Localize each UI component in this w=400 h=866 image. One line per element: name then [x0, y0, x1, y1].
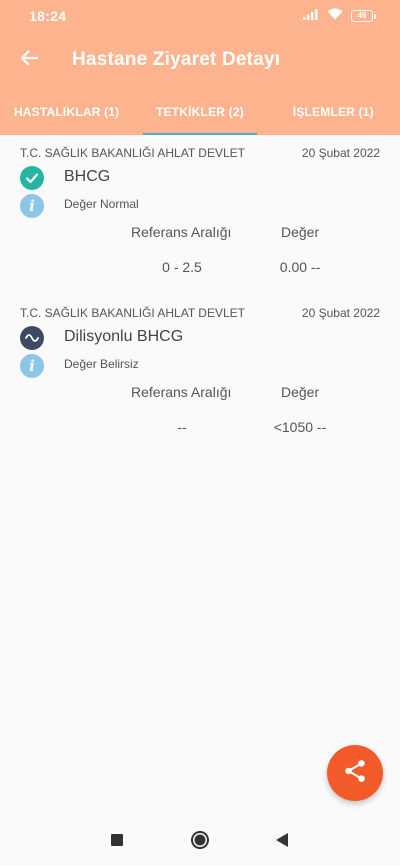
check-circle-icon — [20, 166, 44, 190]
status-time: 18:24 — [29, 8, 67, 24]
record-date: 20 Şubat 2022 — [301, 306, 380, 320]
signal-icon — [303, 7, 319, 25]
value-header: Değer — [281, 384, 320, 400]
home-circle-icon — [190, 830, 210, 855]
nav-back-button[interactable] — [268, 828, 296, 856]
back-triangle-icon — [275, 832, 289, 853]
reference-range-value: -- — [177, 419, 187, 435]
test-record[interactable]: T.C. SAĞLIK BAKANLIĞI AHLAT DEVLET 20 Şu… — [0, 135, 400, 295]
tab-islemler[interactable]: İŞLEMLER (1) — [267, 88, 400, 135]
result-note: Değer Normal — [64, 197, 139, 211]
share-button[interactable] — [327, 745, 383, 801]
reference-range-header: Referans Aralığı — [131, 224, 232, 240]
hospital-name: T.C. SAĞLIK BAKANLIĞI AHLAT DEVLET — [20, 306, 245, 320]
reference-range-value: 0 - 2.5 — [162, 259, 202, 275]
back-button[interactable] — [0, 32, 58, 88]
info-icon: i — [20, 354, 44, 378]
back-arrow-icon — [19, 48, 39, 73]
system-nav-bar — [0, 818, 400, 866]
tab-hastaliklar[interactable]: HASTALIKLAR (1) — [0, 88, 133, 135]
record-date: 20 Şubat 2022 — [301, 146, 380, 160]
test-results-list: T.C. SAĞLIK BAKANLIĞI AHLAT DEVLET 20 Şu… — [0, 135, 400, 455]
home-button[interactable] — [186, 828, 214, 856]
battery-level: 46 — [351, 10, 373, 22]
recents-square-icon — [110, 833, 124, 852]
tab-bar: HASTALIKLAR (1) TETKİKLER (2) İŞLEMLER (… — [0, 88, 400, 135]
result-value: <1050 -- — [273, 419, 327, 435]
value-header: Değer — [281, 224, 320, 240]
test-name: BHCG — [64, 168, 111, 185]
recents-button[interactable] — [103, 828, 131, 856]
tab-tetkikler[interactable]: TETKİKLER (2) — [133, 88, 266, 135]
header: 18:24 46 Hastane Ziyaret Detayı HASTALIK… — [0, 0, 400, 135]
status-bar: 18:24 46 — [0, 0, 400, 32]
page-title: Hastane Ziyaret Detayı — [72, 49, 281, 70]
result-note: Değer Belirsiz — [64, 357, 139, 371]
status-icons: 46 — [303, 7, 376, 25]
hospital-name: T.C. SAĞLIK BAKANLIĞI AHLAT DEVLET — [20, 146, 245, 160]
wave-circle-icon — [20, 326, 44, 350]
info-icon: i — [20, 194, 44, 218]
result-value: 0.00 -- — [279, 259, 321, 275]
app-bar: Hastane Ziyaret Detayı — [0, 32, 400, 88]
share-icon — [342, 758, 368, 789]
reference-range-header: Referans Aralığı — [131, 384, 232, 400]
wifi-icon — [327, 7, 343, 25]
test-name: Dilisyonlu BHCG — [64, 328, 184, 345]
battery-icon: 46 — [351, 10, 376, 22]
test-record[interactable]: T.C. SAĞLIK BAKANLIĞI AHLAT DEVLET 20 Şu… — [0, 295, 400, 455]
